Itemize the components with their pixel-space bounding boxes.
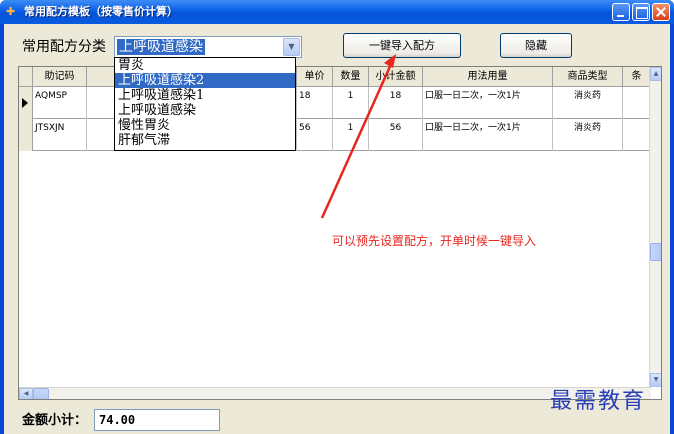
vertical-scrollbar[interactable]: ▲ ▼ xyxy=(649,67,661,387)
app-icon: ✚ xyxy=(6,5,16,18)
hide-button[interactable]: 隐藏 xyxy=(500,33,572,58)
dropdown-option[interactable]: 上呼吸道感染 xyxy=(115,103,295,118)
maximize-button[interactable] xyxy=(632,3,650,21)
cell-price[interactable]: 56 xyxy=(297,119,333,151)
total-amount-field[interactable]: 74.00 xyxy=(94,409,220,431)
annotation-text: 可以预先设置配方，开单时候一键导入 xyxy=(332,234,537,248)
column-header-type[interactable]: 商品类型 xyxy=(553,67,623,87)
column-header-qty[interactable]: 数量 xyxy=(333,67,369,87)
dropdown-option[interactable]: 肝郁气滞 xyxy=(115,133,295,148)
cell-usage[interactable]: 口服一日二次，一次1片 xyxy=(423,119,553,151)
app-window: ✚ 常用配方模板（按零售价计算） 常用配方分类 上呼吸道感染 ▼ 一键导入配方 … xyxy=(0,0,674,434)
watermark: 最需教育 xyxy=(550,389,647,414)
category-label: 常用配方分类 xyxy=(22,39,106,55)
dropdown-option[interactable]: 胃炎 xyxy=(115,58,295,73)
horizontal-scroll-thumb[interactable] xyxy=(33,388,49,399)
cell-code[interactable]: JTSXJN xyxy=(33,119,87,151)
scroll-down-icon[interactable]: ▼ xyxy=(650,373,661,387)
row-header-corner xyxy=(19,67,33,87)
scroll-up-icon[interactable]: ▲ xyxy=(650,67,661,81)
cell-price[interactable]: 18 xyxy=(297,87,333,119)
row-selector[interactable] xyxy=(19,119,33,151)
cell-type[interactable]: 消炎药 xyxy=(553,119,623,151)
column-header-subtotal[interactable]: 小计金额 xyxy=(369,67,423,87)
scroll-left-icon[interactable]: ◀ xyxy=(19,388,33,399)
total-label: 金额小计： xyxy=(22,413,88,428)
cell-qty[interactable]: 1 xyxy=(333,119,369,151)
import-recipe-button[interactable]: 一键导入配方 xyxy=(343,33,461,58)
category-select-value: 上呼吸道感染 xyxy=(117,39,205,55)
vertical-scroll-thumb[interactable] xyxy=(650,243,661,261)
row-selector[interactable] xyxy=(19,87,33,119)
dropdown-option[interactable]: 上呼吸道感染1 xyxy=(115,88,295,103)
close-button[interactable] xyxy=(652,3,670,21)
window-client-area: 常用配方分类 上呼吸道感染 ▼ 一键导入配方 隐藏 助记码 单价 数量 小计金额… xyxy=(4,24,670,434)
cell-usage[interactable]: 口服一日二次，一次1片 xyxy=(423,87,553,119)
dropdown-option-selected[interactable]: 上呼吸道感染2 xyxy=(115,73,295,88)
cell-subtotal[interactable]: 18 xyxy=(369,87,423,119)
cell-type[interactable]: 消炎药 xyxy=(553,87,623,119)
column-header-code[interactable]: 助记码 xyxy=(33,67,87,87)
category-dropdown-list[interactable]: 胃炎 上呼吸道感染2 上呼吸道感染1 上呼吸道感染 慢性胃炎 肝郁气滞 xyxy=(114,57,296,151)
current-row-indicator-icon xyxy=(22,98,28,108)
cell-code[interactable]: AQMSP xyxy=(33,87,87,119)
cell-barcode[interactable] xyxy=(623,119,651,151)
cell-subtotal[interactable]: 56 xyxy=(369,119,423,151)
window-title: 常用配方模板（按零售价计算） xyxy=(24,5,178,18)
column-header-usage[interactable]: 用法用量 xyxy=(423,67,553,87)
cell-barcode[interactable] xyxy=(623,87,651,119)
column-header-barcode[interactable]: 条 xyxy=(623,67,651,87)
chevron-down-icon[interactable]: ▼ xyxy=(283,38,300,56)
cell-qty[interactable]: 1 xyxy=(333,87,369,119)
minimize-button[interactable] xyxy=(612,3,630,21)
dropdown-option[interactable]: 慢性胃炎 xyxy=(115,118,295,133)
title-bar[interactable]: ✚ 常用配方模板（按零售价计算） xyxy=(0,0,674,24)
category-select[interactable]: 上呼吸道感染 ▼ xyxy=(114,36,302,58)
column-header-price[interactable]: 单价 xyxy=(297,67,333,87)
